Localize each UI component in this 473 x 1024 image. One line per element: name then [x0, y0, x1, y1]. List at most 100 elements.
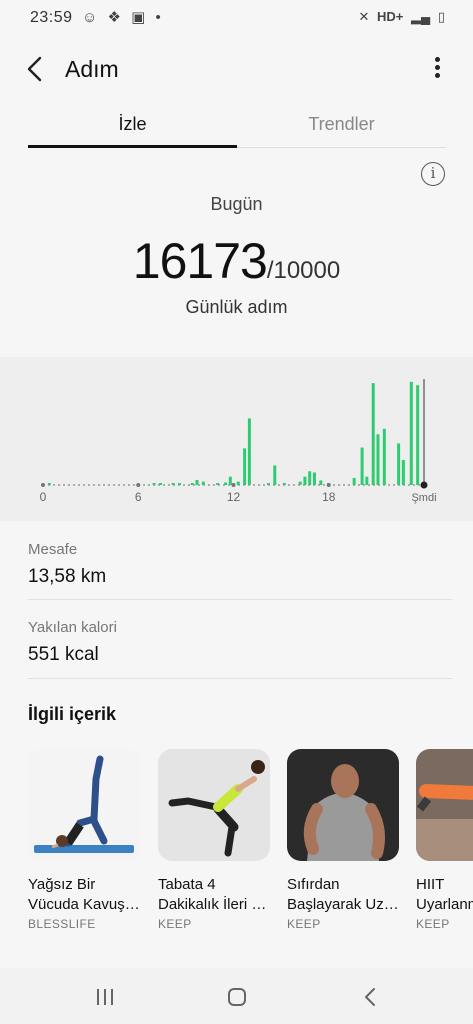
tab-trends[interactable]: Trendler — [237, 104, 446, 148]
content-card[interactable]: HIIT Uyarlanmış KEEP — [416, 749, 473, 931]
tab-bar: İzle Trendler — [28, 104, 446, 148]
content-source: KEEP — [416, 917, 450, 931]
chart-tick-dot — [420, 481, 428, 489]
content-source: KEEP — [287, 917, 321, 931]
content-thumbnail — [28, 749, 140, 861]
distance-stat: Mesafe 13,58 km — [28, 541, 452, 588]
status-time: 23:59 — [30, 9, 73, 26]
content-title-line: Yağsız Bir — [28, 876, 96, 893]
chart-bar — [401, 460, 405, 485]
content-title: Sıfırdan Başlayarak Uzmanlaşın — [287, 875, 399, 915]
status-right-icons: ✕ HD+ ▂▄ ▯ — [354, 9, 445, 25]
step-count-value: 16173 — [132, 233, 268, 289]
mute-icon: ✕ — [358, 9, 370, 24]
gallery-icon: ▣ — [131, 9, 146, 26]
chart-tick-label: 12 — [227, 490, 241, 504]
hourly-steps-chart[interactable]: 0 6 12 18 Şmdi — [0, 357, 473, 521]
activity-icon: ☺ — [82, 9, 98, 26]
recent-apps-icon — [97, 989, 113, 1005]
chart-bar — [371, 383, 375, 485]
content-title-line: Başlayarak Uzmanlaşın — [287, 896, 399, 913]
distance-label: Mesafe — [28, 541, 78, 558]
system-nav-bar — [0, 968, 473, 1024]
training-man-image — [287, 749, 399, 861]
chart-bar — [152, 483, 156, 485]
calories-stat: Yakılan kalori 551 kcal — [28, 619, 452, 666]
chart-bar — [382, 428, 386, 485]
calories-value: 551 kcal — [28, 644, 99, 665]
step-count: 16173/10000 — [0, 232, 473, 290]
home-button[interactable] — [217, 982, 257, 1012]
content-thumbnail — [158, 749, 270, 861]
stats-section: Mesafe 13,58 km Yakılan kalori 551 kcal — [0, 521, 473, 686]
chart-bar — [195, 480, 199, 485]
chart-bar — [47, 483, 51, 485]
network-type: HD+ — [377, 9, 404, 24]
content-title-line: Dakikalık İleri Seviye — [158, 896, 270, 913]
content-card[interactable]: Yağsız Bir Vücuda Kavuşun BLESSLIFE — [28, 749, 140, 931]
calories-label: Yakılan kalori — [28, 619, 117, 636]
dot-icon: • — [155, 9, 161, 26]
chart-bar — [416, 385, 420, 485]
content-card[interactable]: Tabata 4 Dakikalık İleri Seviye KEEP — [158, 749, 270, 931]
related-content-carousel[interactable]: Yağsız Bir Vücuda Kavuşun BLESSLIFE Taba… — [28, 749, 473, 939]
tab-track[interactable]: İzle — [28, 104, 237, 148]
chart-bar — [397, 443, 401, 485]
chart-bar — [365, 476, 369, 485]
chart-bar — [352, 477, 356, 485]
chart-bar — [303, 476, 307, 485]
battery-icon: ▯ — [437, 9, 445, 24]
chart-tick-label: 0 — [40, 490, 47, 504]
content-card[interactable]: Sıfırdan Başlayarak Uzmanlaşın KEEP — [287, 749, 399, 931]
chart-tick-label: Şmdi — [411, 492, 436, 504]
back-nav-icon — [365, 988, 375, 1006]
content-source: KEEP — [158, 917, 192, 931]
content-title: Yağsız Bir Vücuda Kavuşun — [28, 875, 140, 915]
app-bar: Adım — [0, 36, 473, 106]
chart-bar — [360, 447, 364, 485]
chart-bar — [266, 483, 270, 485]
day-label: Bugün — [210, 194, 263, 214]
content-title-line: Uyarlanmış — [416, 896, 473, 913]
chart-bar — [319, 480, 323, 485]
related-content-title: İlgili içerik — [28, 704, 117, 724]
divider — [28, 599, 452, 600]
chart-bar — [224, 482, 228, 485]
chart-tick-dot — [136, 483, 141, 487]
content-title-line: HIIT — [416, 876, 445, 893]
signal-icon: ▂▄ — [411, 9, 431, 24]
chart-bar — [282, 483, 286, 485]
chart-bar — [243, 448, 247, 485]
recent-apps-button[interactable] — [85, 982, 125, 1012]
chart-bar — [158, 483, 162, 485]
divider — [28, 678, 452, 679]
hiit-workout-image — [416, 749, 473, 861]
chart-bar — [178, 483, 182, 485]
step-goal: /10000 — [266, 257, 341, 284]
home-icon — [228, 988, 246, 1006]
distance-value: 13,58 km — [28, 566, 107, 587]
content-source: BLESSLIFE — [28, 917, 96, 931]
chart-bar — [216, 483, 220, 485]
more-dot-icon — [434, 65, 440, 70]
chart-bar — [409, 381, 413, 485]
chart-bar — [273, 465, 277, 485]
chart-bar — [228, 476, 232, 485]
info-icon[interactable]: i — [421, 162, 445, 186]
back-nav-button[interactable] — [350, 982, 390, 1012]
back-button[interactable] — [20, 52, 54, 86]
more-options-button[interactable] — [427, 54, 447, 88]
status-bar: 23:59 ☺ ❖ ▣ • ✕ HD+ ▂▄ ▯ — [0, 0, 473, 36]
content-title-line: Tabata 4 — [158, 876, 216, 893]
yoga-bridge-image — [28, 749, 140, 861]
chart-tick-dot — [231, 483, 236, 487]
chart-bar — [312, 472, 316, 485]
more-dot-icon — [434, 73, 440, 78]
more-dot-icon — [434, 57, 440, 62]
chart-bar — [298, 481, 302, 485]
status-notification-icons: ☺ ❖ ▣ • — [82, 8, 167, 26]
content-title-line: Sıfırdan — [287, 876, 340, 893]
content-thumbnail — [416, 749, 473, 861]
chart-svg: 0 6 12 18 Şmdi — [40, 379, 437, 504]
chart-bar — [171, 483, 175, 485]
